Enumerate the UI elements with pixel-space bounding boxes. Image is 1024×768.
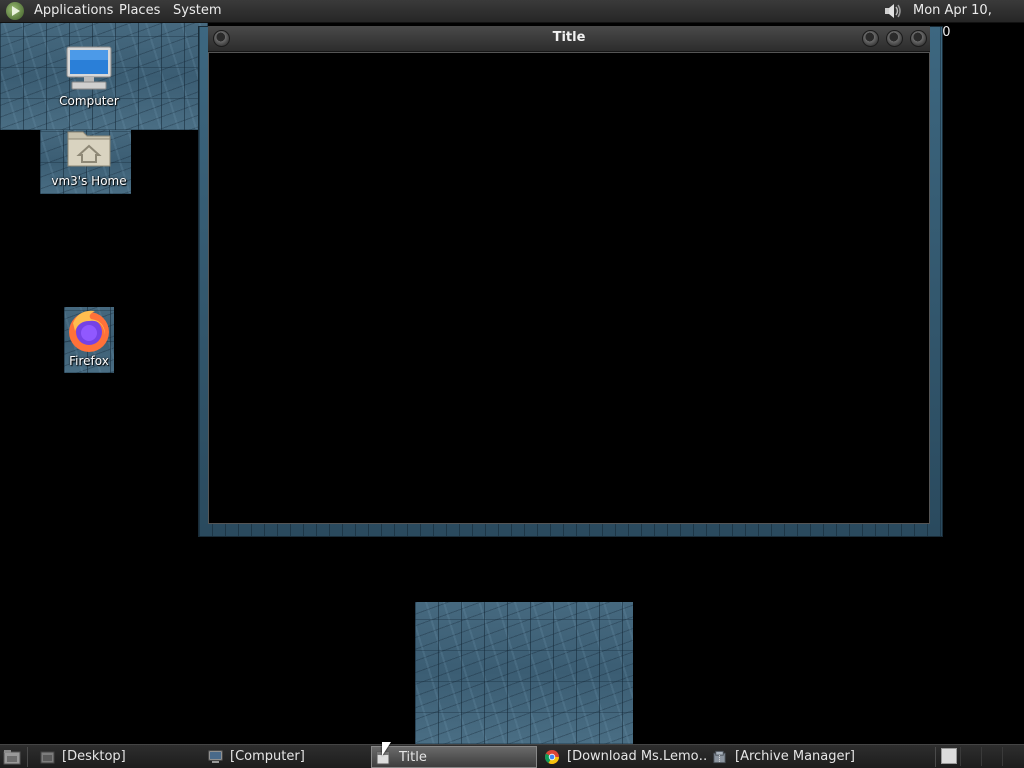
close-button[interactable] [910, 30, 927, 47]
desktop-icon-firefox[interactable]: Firefox [58, 307, 120, 369]
minimize-button[interactable] [862, 30, 879, 47]
desktop-icon [40, 751, 55, 764]
taskbar-item-label: [Download Ms.Lemo… [567, 749, 706, 764]
window-title: Title [552, 30, 586, 45]
panel-separator [27, 747, 28, 767]
window-titlebar[interactable]: Title [208, 26, 930, 52]
taskbar-item-download[interactable]: [Download Ms.Lemo… [540, 746, 706, 768]
distro-logo-icon[interactable] [6, 2, 24, 20]
desktop-icon-computer[interactable]: Computer [54, 45, 124, 110]
taskbar-item-label: [Computer] [230, 749, 305, 764]
workspace-cell[interactable] [1002, 747, 1023, 766]
window-content[interactable] [208, 52, 930, 524]
mouse-cursor [382, 742, 391, 756]
workspace-cell[interactable] [960, 747, 981, 766]
taskbar-item-archive-manager[interactable]: [Archive Manager] [708, 746, 908, 768]
computer-icon [66, 46, 112, 90]
panel-separator [935, 747, 936, 767]
taskbar-item-label: [Desktop] [62, 749, 126, 764]
computer-icon [208, 750, 223, 763]
taskbar-item-title[interactable]: Title [371, 746, 537, 768]
taskbar-item-desktop[interactable]: [Desktop] [36, 746, 196, 768]
wallpaper-fragment [415, 602, 633, 744]
bottom-panel: [Desktop] [Computer] Title [Download Ms.… [0, 744, 1024, 768]
home-folder-icon [67, 131, 111, 167]
window-menu-button[interactable] [213, 30, 230, 47]
chrome-icon [545, 750, 559, 764]
menu-places[interactable]: Places [119, 0, 160, 22]
show-desktop-icon[interactable] [3, 749, 21, 765]
menu-system[interactable]: System [173, 0, 221, 22]
top-panel: Applications Places System Mon Apr 10, 1… [0, 0, 1024, 40]
desktop-icon-label: Computer [59, 94, 119, 108]
menu-applications[interactable]: Applications [34, 0, 113, 22]
volume-icon[interactable] [882, 2, 904, 20]
taskbar-item-computer[interactable]: [Computer] [204, 746, 366, 768]
workspace-cell[interactable] [981, 747, 1002, 766]
workspace-switcher-icon[interactable] [941, 748, 957, 764]
firefox-icon [69, 310, 109, 352]
desktop-icon-label: vm3's Home [51, 174, 127, 188]
desktop-icon-label: Firefox [69, 354, 109, 368]
desktop-screen: Applications Places System Mon Apr 10, 1… [0, 0, 1024, 768]
taskbar-item-label: Title [399, 750, 427, 765]
archive-icon [713, 750, 726, 764]
taskbar-item-label: [Archive Manager] [735, 749, 855, 764]
clock[interactable]: Mon Apr 10, 13:20 [913, 0, 1024, 40]
maximize-button[interactable] [886, 30, 903, 47]
desktop-icon-home[interactable]: vm3's Home [44, 124, 134, 190]
